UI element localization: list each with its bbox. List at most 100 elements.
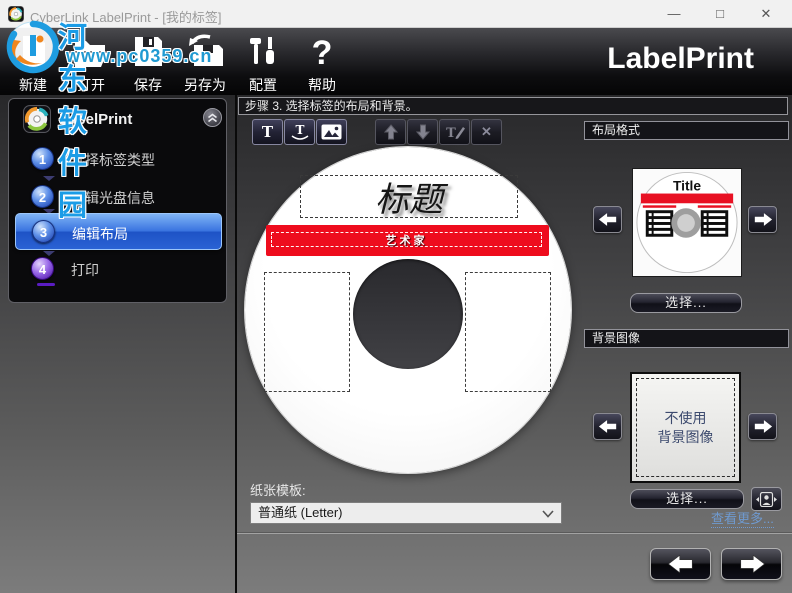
arc-text-icon: T: [291, 123, 308, 140]
paper-template-select[interactable]: 普通纸 (Letter): [250, 502, 562, 524]
sidebar-step-3-active[interactable]: 3 编辑布局: [15, 213, 222, 250]
sidebar-app-name: LabelPrint: [59, 111, 133, 128]
sidebar-step-2[interactable]: 2 编辑光盘信息: [15, 182, 222, 212]
main-toolbar: 新建 打开 保存 另存为 配置 ? 帮助 LabelPrint: [0, 28, 792, 95]
open-folder-icon: [62, 31, 120, 75]
edit-text-icon: T: [446, 126, 465, 141]
new-document-icon: [4, 31, 62, 75]
minimize-button[interactable]: —: [657, 0, 691, 27]
background-image-header: 背景图像: [584, 329, 789, 348]
tracklist-glyph-right: [700, 210, 729, 237]
bottom-separator: [237, 532, 792, 534]
layout-thumbnail-disc: Title: [636, 171, 738, 274]
step-instruction-bar: 步骤 3. 选择标签的布局和背景。: [238, 97, 788, 115]
disc-title-textbox[interactable]: 标题: [300, 175, 518, 220]
edit-text-button[interactable]: T: [439, 119, 470, 145]
step-4-label: 打印: [71, 262, 99, 278]
arrow-right-icon: [754, 213, 772, 226]
double-chevron-up-icon: [208, 113, 217, 122]
save-button-label: 保存: [134, 77, 162, 93]
maximize-button[interactable]: □: [703, 0, 737, 27]
photo-person-icon: [756, 491, 777, 507]
sidebar-step-1[interactable]: 1 选择标签类型: [15, 144, 222, 174]
svg-text:T: T: [295, 123, 304, 137]
labelprint-disc-icon: [23, 105, 51, 133]
brand-logo: LabelPrint: [607, 42, 754, 75]
background-select-button[interactable]: 选择...: [630, 489, 744, 509]
step-2-number: 2: [31, 185, 54, 208]
view-more-link[interactable]: 查看更多...: [711, 508, 774, 528]
background-prev-button[interactable]: [593, 413, 622, 440]
layout-format-thumbnail[interactable]: Title: [632, 168, 742, 277]
disc-tracklist-left[interactable]: [264, 272, 350, 392]
step-1-label: 选择标签类型: [71, 152, 155, 168]
title-bar: CyberLink LabelPrint - [我的标签] — □ ✕: [0, 0, 792, 28]
window-title: CyberLink LabelPrint - [我的标签]: [30, 10, 222, 25]
big-arrow-left-icon: [667, 554, 693, 574]
svg-text:T: T: [446, 126, 456, 141]
move-down-button[interactable]: [407, 119, 438, 145]
disc-tracklist-right[interactable]: [465, 272, 551, 392]
disc-artist-selection: 艺术家: [271, 232, 542, 247]
steps-panel: LabelPrint 1 选择标签类型 2 编辑光盘信息 3 编辑布局 4 打印: [8, 98, 227, 303]
step-4-underline: [37, 283, 55, 286]
next-step-button[interactable]: [721, 548, 782, 580]
configure-button[interactable]: 配置: [234, 31, 292, 93]
layout-format-header: 布局格式: [584, 121, 789, 140]
background-image-thumbnail[interactable]: 不使用 背景图像: [630, 372, 741, 483]
arrow-up-icon: [383, 124, 398, 140]
layout-next-button[interactable]: [748, 206, 777, 233]
new-button-label: 新建: [19, 77, 47, 93]
add-arc-text-button[interactable]: T: [284, 119, 315, 145]
no-background-text-line2: 背景图像: [657, 428, 714, 445]
layout-thumbnail-title-text: Title: [673, 179, 701, 194]
help-button[interactable]: ? 帮助: [293, 31, 351, 93]
arrow-down-icon: [415, 124, 430, 140]
add-text-button[interactable]: T: [252, 119, 283, 145]
save-as-button-label: 另存为: [184, 77, 226, 93]
help-icon: ?: [311, 34, 333, 72]
big-arrow-right-icon: [739, 554, 765, 574]
disc-label-canvas: 标题 艺术家: [245, 147, 571, 473]
image-icon: [321, 124, 342, 140]
add-image-button[interactable]: [316, 119, 347, 145]
previous-step-button[interactable]: [650, 548, 711, 580]
save-as-button[interactable]: 另存为: [176, 31, 234, 93]
layout-select-button[interactable]: 选择...: [630, 293, 742, 313]
tools-icon: [234, 31, 292, 75]
open-button-label: 打开: [77, 77, 105, 93]
background-thumbnail-dashed-frame: 不使用 背景图像: [636, 378, 735, 477]
close-button[interactable]: ✕: [749, 0, 783, 27]
no-background-text-line1: 不使用: [664, 409, 707, 426]
help-button-label: 帮助: [308, 77, 336, 93]
delete-x-icon: ✕: [481, 124, 492, 139]
save-button[interactable]: 保存: [119, 31, 177, 93]
app-icon: [8, 6, 24, 22]
new-button[interactable]: 新建: [4, 31, 62, 93]
sidebar-divider: [235, 95, 237, 593]
save-icon: [119, 31, 177, 75]
background-next-button[interactable]: [748, 413, 777, 440]
step-3-label: 编辑布局: [72, 226, 128, 242]
step-2-label: 编辑光盘信息: [71, 190, 155, 206]
open-button[interactable]: 打开: [62, 31, 120, 93]
disc-title-text: 标题: [375, 180, 443, 220]
paper-template-value: 普通纸 (Letter): [258, 505, 343, 520]
step-3-number: 3: [32, 220, 55, 243]
disc-artist-band[interactable]: 艺术家: [266, 225, 549, 256]
collapse-panel-button[interactable]: [203, 108, 222, 127]
move-up-button[interactable]: [375, 119, 406, 145]
delete-object-button[interactable]: ✕: [471, 119, 502, 145]
chevron-down-icon: [542, 510, 554, 518]
paper-template-label: 纸张模板:: [250, 483, 306, 498]
text-icon: T: [261, 123, 274, 141]
configure-button-label: 配置: [249, 77, 277, 93]
disc-artist-text: 艺术家: [385, 234, 428, 247]
save-as-icon: [176, 31, 234, 75]
layout-prev-button[interactable]: [593, 206, 622, 233]
arrow-left-icon: [598, 213, 616, 226]
disc-center-hole: [353, 259, 463, 369]
arrow-right-icon: [754, 420, 772, 433]
sidebar-step-4[interactable]: 4 打印: [15, 254, 222, 284]
tracklist-glyph-left: [645, 210, 674, 237]
